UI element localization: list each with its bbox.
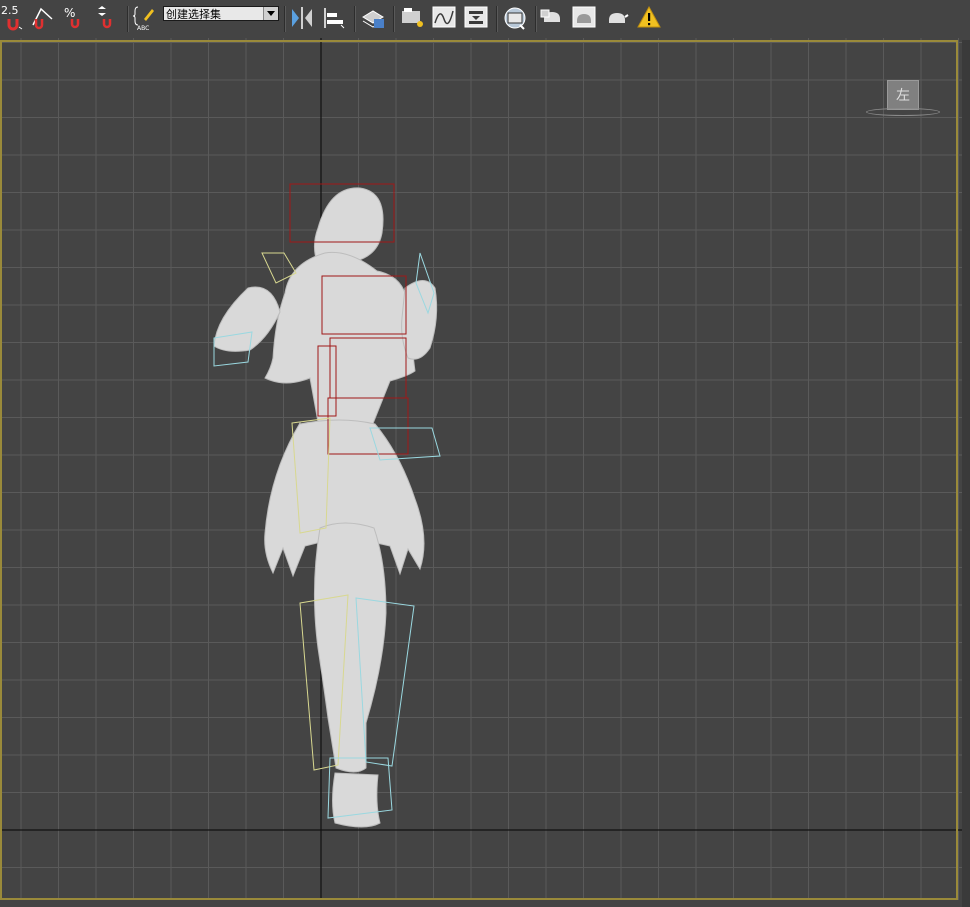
mirror-icon xyxy=(292,7,312,29)
spinner-snap-icon xyxy=(98,6,112,29)
align-button[interactable] xyxy=(321,5,347,31)
edit-named-selection-icon: ABC xyxy=(132,6,154,31)
curve-editor-icon xyxy=(432,6,456,28)
svg-text:%: % xyxy=(64,6,75,20)
layer-manager-button[interactable] xyxy=(360,5,386,31)
toolbar-separator xyxy=(354,6,356,32)
toolbar-separator xyxy=(393,6,395,32)
render-setup-icon xyxy=(540,9,560,22)
viewcube-ring[interactable] xyxy=(866,108,940,116)
render-icon xyxy=(609,13,629,23)
warning-button[interactable] xyxy=(636,5,662,31)
scene-explorer-icon xyxy=(402,8,423,27)
rendered-frame-window-button[interactable] xyxy=(571,5,597,31)
render-button[interactable] xyxy=(604,5,630,31)
schematic-view-icon xyxy=(464,6,488,28)
toolbar-separator xyxy=(496,6,498,32)
curve-editor-button[interactable] xyxy=(431,5,457,31)
toolbar-separator xyxy=(535,6,537,32)
character-mesh xyxy=(213,187,438,828)
angle-snap-icon xyxy=(32,7,53,30)
schematic-view-button[interactable] xyxy=(463,5,489,31)
svg-text:ABC: ABC xyxy=(137,25,149,31)
viewport-scene xyxy=(0,38,962,900)
main-toolbar: 2.5 % ABC 创建选择集 xyxy=(0,0,672,39)
material-editor-icon xyxy=(504,7,526,30)
selection-set-value: 创建选择集 xyxy=(166,8,221,21)
snap-toggle-button[interactable] xyxy=(4,10,26,32)
warning-icon xyxy=(637,5,661,28)
viewport-side-strip xyxy=(962,40,970,907)
viewcube-face-label: 左 xyxy=(896,88,910,104)
spinner-snap-button[interactable] xyxy=(94,5,120,31)
angle-snap-button[interactable] xyxy=(30,5,56,31)
material-editor-button[interactable] xyxy=(502,5,528,31)
magnet-icon xyxy=(7,19,23,31)
selection-set-dropdown[interactable]: 创建选择集 xyxy=(163,6,279,21)
toolbar-separator xyxy=(127,6,129,32)
viewcube[interactable]: 左 xyxy=(887,80,919,110)
toolbar-separator xyxy=(284,6,286,32)
percent-snap-icon: % xyxy=(64,6,80,29)
percent-snap-button[interactable]: % xyxy=(62,5,88,31)
rendered-frame-window-icon xyxy=(572,6,596,28)
layer-manager-icon xyxy=(362,10,384,28)
edit-named-selection-button[interactable]: ABC xyxy=(132,5,158,31)
align-icon xyxy=(324,8,345,29)
render-setup-button[interactable] xyxy=(539,5,565,31)
viewport-grid xyxy=(0,38,962,900)
mirror-button[interactable] xyxy=(289,5,315,31)
scene-explorer-button[interactable] xyxy=(399,5,425,31)
chevron-down-icon xyxy=(263,7,278,20)
